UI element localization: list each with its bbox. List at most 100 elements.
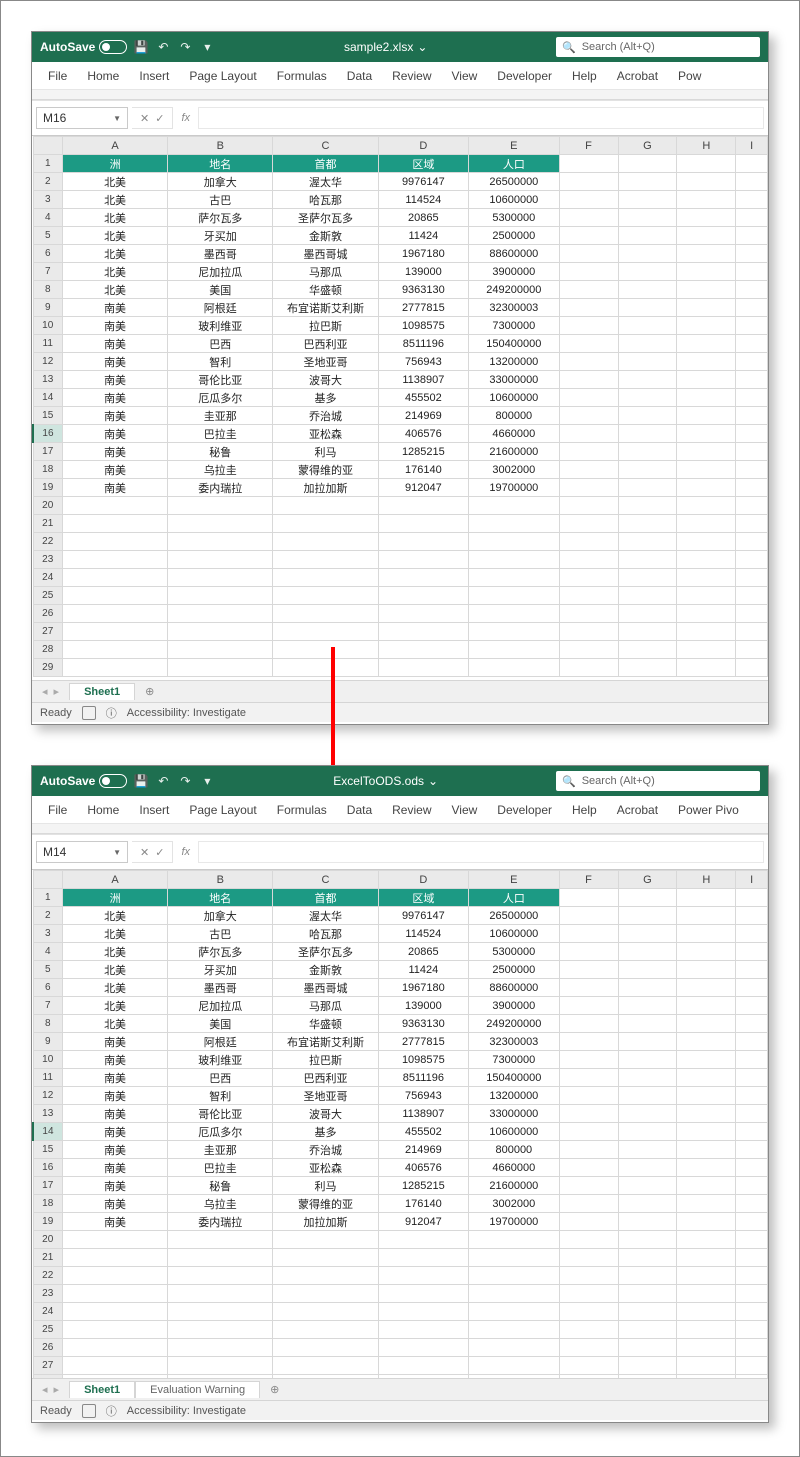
row-header[interactable]: 23	[33, 1285, 62, 1303]
ribbon-tab-power-pivo[interactable]: Power Pivo	[668, 796, 749, 823]
cell[interactable]	[677, 1159, 736, 1177]
cell[interactable]	[273, 641, 378, 659]
cell[interactable]	[62, 1231, 167, 1249]
cell[interactable]	[736, 1249, 768, 1267]
cell[interactable]	[559, 479, 618, 497]
cell[interactable]	[469, 1285, 559, 1303]
cell[interactable]	[469, 1339, 559, 1357]
cell[interactable]: 玻利维亚	[168, 1051, 273, 1069]
ribbon-tab-file[interactable]: File	[38, 62, 77, 89]
row-header[interactable]: 17	[33, 443, 62, 461]
cell[interactable]	[273, 1249, 378, 1267]
cell[interactable]	[736, 461, 768, 479]
cell[interactable]	[677, 209, 736, 227]
row-header[interactable]: 25	[33, 1321, 62, 1339]
cell[interactable]	[559, 889, 618, 907]
cell[interactable]	[168, 1357, 273, 1375]
cell[interactable]	[559, 997, 618, 1015]
formula-bar[interactable]	[198, 841, 764, 863]
cell[interactable]	[736, 335, 768, 353]
sheet-tab-sheet1[interactable]: Sheet1	[69, 683, 135, 700]
cell[interactable]	[677, 191, 736, 209]
cell[interactable]: 圣萨尔瓦多	[273, 209, 378, 227]
cell[interactable]	[559, 407, 618, 425]
row-header[interactable]: 25	[33, 587, 62, 605]
cell[interactable]	[736, 533, 768, 551]
cell[interactable]	[736, 389, 768, 407]
cell[interactable]: 5300000	[469, 943, 559, 961]
cell[interactable]	[736, 1033, 768, 1051]
cell[interactable]: 区域	[378, 889, 468, 907]
ribbon-tab-help[interactable]: Help	[562, 62, 607, 89]
cell[interactable]	[736, 155, 768, 173]
column-header-C[interactable]: C	[273, 137, 378, 155]
cell[interactable]	[736, 227, 768, 245]
cell[interactable]	[736, 623, 768, 641]
cell[interactable]	[618, 1267, 677, 1285]
column-header-C[interactable]: C	[273, 871, 378, 889]
cell[interactable]: 牙买加	[168, 227, 273, 245]
column-header-E[interactable]: E	[469, 137, 559, 155]
cell[interactable]	[677, 1357, 736, 1375]
cell[interactable]	[559, 227, 618, 245]
cell[interactable]	[168, 659, 273, 677]
cell[interactable]	[618, 997, 677, 1015]
cell[interactable]: 南美	[62, 1177, 167, 1195]
cell[interactable]: 7300000	[469, 1051, 559, 1069]
cell[interactable]	[677, 425, 736, 443]
cell[interactable]	[736, 443, 768, 461]
cell[interactable]	[469, 1249, 559, 1267]
cell[interactable]: 地名	[168, 155, 273, 173]
row-header[interactable]: 11	[33, 335, 62, 353]
cell[interactable]	[469, 587, 559, 605]
cell[interactable]	[559, 1105, 618, 1123]
row-header[interactable]: 22	[33, 533, 62, 551]
spreadsheet-grid[interactable]: ABCDEFGHI1洲地名首都区域人口2北美加拿大渥太华997614726500…	[32, 136, 768, 677]
save-icon[interactable]: 💾	[133, 39, 149, 55]
cell[interactable]: 北美	[62, 925, 167, 943]
cell[interactable]: 巴拉圭	[168, 1159, 273, 1177]
cell[interactable]	[618, 353, 677, 371]
cell[interactable]	[559, 1339, 618, 1357]
cell[interactable]	[618, 551, 677, 569]
row-header[interactable]: 24	[33, 1303, 62, 1321]
cell[interactable]: 波哥大	[273, 1105, 378, 1123]
cell[interactable]	[736, 1159, 768, 1177]
cell[interactable]	[618, 1177, 677, 1195]
cell[interactable]	[469, 1231, 559, 1249]
cell[interactable]: 455502	[378, 1123, 468, 1141]
cell[interactable]	[168, 623, 273, 641]
sheet-next-icon[interactable]: ▸	[54, 685, 60, 698]
cell[interactable]: 南美	[62, 1033, 167, 1051]
select-all[interactable]	[33, 137, 62, 155]
cell[interactable]	[677, 979, 736, 997]
cell[interactable]	[62, 1357, 167, 1375]
cell[interactable]	[677, 155, 736, 173]
cell[interactable]	[559, 515, 618, 533]
cell[interactable]	[378, 533, 468, 551]
cell[interactable]: 1098575	[378, 1051, 468, 1069]
row-header[interactable]: 2	[33, 173, 62, 191]
cell[interactable]	[378, 1357, 468, 1375]
row-header[interactable]: 1	[33, 155, 62, 173]
cell[interactable]: 10600000	[469, 1123, 559, 1141]
cell[interactable]	[559, 1231, 618, 1249]
cell[interactable]	[618, 1213, 677, 1231]
cell[interactable]: 北美	[62, 1015, 167, 1033]
cell[interactable]	[736, 209, 768, 227]
cell[interactable]: 11424	[378, 961, 468, 979]
cell[interactable]: 北美	[62, 191, 167, 209]
row-header[interactable]: 3	[33, 191, 62, 209]
ribbon-tab-help[interactable]: Help	[562, 796, 607, 823]
column-header-D[interactable]: D	[378, 871, 468, 889]
cell[interactable]	[618, 335, 677, 353]
ribbon-tab-developer[interactable]: Developer	[487, 62, 562, 89]
cell[interactable]	[168, 1303, 273, 1321]
cell[interactable]	[469, 1303, 559, 1321]
cell[interactable]	[618, 1249, 677, 1267]
autosave-toggle[interactable]: AutoSave	[40, 40, 127, 54]
cell[interactable]	[677, 907, 736, 925]
cell[interactable]	[168, 533, 273, 551]
cell[interactable]	[378, 1303, 468, 1321]
cell[interactable]: 249200000	[469, 281, 559, 299]
